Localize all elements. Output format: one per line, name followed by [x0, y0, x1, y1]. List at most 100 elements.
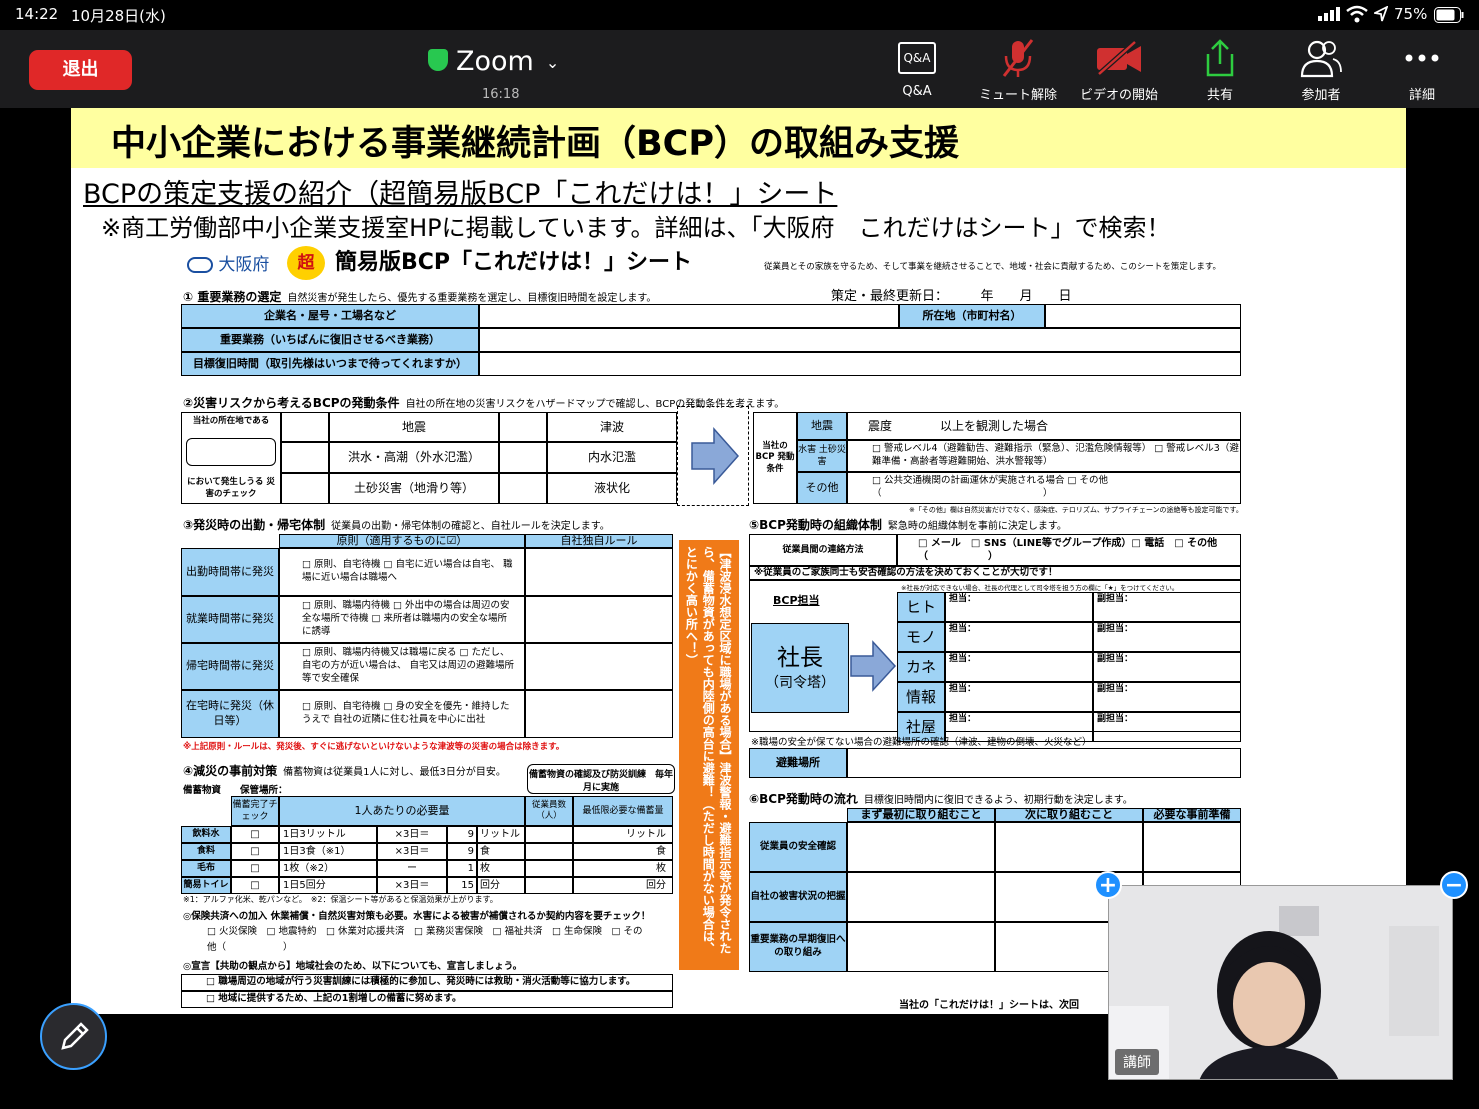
stock-checkbox[interactable]: □	[231, 877, 279, 894]
wifi-icon	[1346, 5, 1368, 27]
trigger-value-other: □ 公共交通機関の計画運休が実施される場合 □ その他（ ）	[847, 472, 1241, 504]
participants-button[interactable]: 参加者	[1271, 38, 1371, 103]
insurance-title: ◎保険共済への加入 休業補償・自然災害対策も必要。水害による被害が補償されるか契…	[183, 911, 651, 922]
unmute-button[interactable]: ミュート解除	[968, 38, 1068, 103]
declaration-item-2[interactable]: □ 地域に提供するため、上記の1割増しの備蓄に努めます。	[181, 991, 673, 1008]
leave-button[interactable]: 退出	[29, 50, 132, 90]
section-3-title: ③発災時の出勤・帰宅体制 従業員の出勤・帰宅体制の確認と、自社ルールを決定します。	[183, 518, 610, 532]
company-name-label: 企業名・屋号・工場名など	[181, 304, 479, 328]
slide-subtitle: BCPの策定支援の紹介（超簡易版BCP「これだけは！」シート	[83, 179, 838, 210]
important-work-label: 重要業務（いちばんに復旧させるべき業務）	[181, 328, 479, 352]
stock-amount: 1日5回分	[279, 877, 377, 894]
participant-name: 講師	[1115, 1049, 1159, 1075]
region-input[interactable]	[186, 438, 276, 467]
trigger-value-earthquake: 震度 以上を観測した場合	[847, 412, 1241, 440]
update-date: 策定・最終更新日： 年 月 日	[831, 289, 1072, 304]
more-icon	[1372, 38, 1472, 78]
participant-video[interactable]: 講師	[1108, 885, 1453, 1080]
s3-warning: ※上記原則・ルールは、発災後、すぐに逃げないといけないような津波等の災害の場合は…	[183, 742, 565, 752]
risk-inland-flood: 内水氾濫	[547, 442, 677, 473]
stock-checkbox[interactable]: □	[231, 826, 279, 843]
s3-rule-return[interactable]	[525, 643, 673, 690]
s4-col-count: 従業員数（人）	[525, 796, 573, 826]
region-check: 当社の所在地である において発生しうる 災害のチェック	[181, 412, 281, 504]
super-badge: 超	[287, 246, 325, 280]
share-button[interactable]: 共有	[1170, 38, 1270, 103]
more-button[interactable]: 詳細	[1372, 38, 1472, 103]
s3-rule-commute[interactable]	[525, 548, 673, 596]
tsunami-notice: 【津波浸水想定区域に職場がある場合】津波警報・避難指示等が発令されたら、備蓄物資…	[679, 540, 739, 970]
risk-tsunami: 津波	[547, 412, 677, 442]
add-button[interactable]: +	[1094, 871, 1122, 899]
trigger-value-flood: □ 警戒レベル4（避難勧告、避難指示（緊急）、氾濫危険情報等） □ 警戒レベル3…	[847, 440, 1241, 472]
location-field[interactable]	[1045, 304, 1241, 328]
risk-earthquake: 地震	[329, 412, 499, 442]
minimize-button[interactable]: −	[1440, 871, 1468, 899]
stock-multiplier: ー	[377, 860, 447, 877]
annotate-button[interactable]	[40, 1003, 107, 1070]
start-video-button[interactable]: ビデオの開始	[1069, 38, 1169, 103]
stock-checkbox[interactable]: □	[231, 860, 279, 877]
shield-icon	[428, 48, 448, 71]
drill-schedule: 備蓄物資の確認及び防災訓練 毎年 月に実施	[527, 764, 691, 794]
stock-multiplier: ×3日＝	[377, 877, 447, 894]
stock-item: 飲料水	[181, 826, 231, 843]
stock-item: 毛布	[181, 860, 231, 877]
stock-number: 9	[447, 843, 477, 860]
stock-checkbox[interactable]: □	[231, 843, 279, 860]
stock-multiplier: ×3日＝	[377, 826, 447, 843]
s3-row-return: 帰宅時間帯に発災	[181, 643, 279, 690]
trigger-key-other: その他	[797, 472, 847, 504]
insurance-items: □ 火災保険 □ 地震特約 □ 休業対応援共済 □ 業務災害保険 □ 福祉共済 …	[207, 926, 643, 953]
participants-icon	[1271, 38, 1371, 78]
s3-col-principle: 原則（適用するものに☑）	[279, 534, 525, 548]
stock-amount: 1日3リットル	[279, 826, 377, 843]
share-icon	[1170, 38, 1270, 78]
trigger-footnote: ※「その他」欄は自然災害だけでなく、感染症、テロリズム、サプライチェーンの途絶等…	[909, 506, 1243, 514]
s3-items-work: □ 原則、職場内待機 □ 外出中の場合は周辺の安全な場所で待機 □ 来所者は職場…	[279, 596, 525, 643]
stock-amount: 1日3食（※1）	[279, 843, 377, 860]
meeting-title[interactable]: Zoom ⌄	[428, 46, 559, 77]
trigger-arrow-box	[677, 406, 749, 506]
declaration-item-1[interactable]: □ 職場周辺の地域が行う災害訓練には積極的に参加し、発災時には救助・消火活動等に…	[181, 974, 673, 991]
s3-items-return: □ 原則、職場内待機又は職場に戻る □ ただし、自宅の方が近い場合は、 自宅又は…	[279, 643, 525, 690]
stock-min: 枚	[573, 860, 673, 877]
section-1-title: ① 重要業務の選定 自然災害が発生したら、優先する重要業務を選定し、目標復旧時間を…	[183, 290, 657, 304]
slide-title: 中小企業における事業継続計画（BCP）の取組み支援	[111, 124, 960, 164]
sheet-header: 簡易版BCP「これだけは！」シート	[335, 250, 693, 275]
stock-multiplier: ×3日＝	[377, 843, 447, 860]
stock-number: 1	[447, 860, 477, 877]
s3-row-home: 在宅時に発災（休日等）	[181, 690, 279, 738]
location-icon	[1372, 5, 1389, 26]
stock-location: 備蓄物資 保管場所：	[183, 785, 288, 796]
section-4-title: ④減災の事前対策 備蓄物資は従業員1人に対し、最低3日分が目安。	[183, 764, 506, 778]
trigger-label: 当社の BCP 発動条件	[753, 412, 797, 504]
qa-button[interactable]: Q&A Q&A	[867, 38, 967, 99]
stock-count-field[interactable]	[525, 843, 573, 860]
stock-count-field[interactable]	[525, 860, 573, 877]
s3-items-commute: □ 原則、自宅待機 □ 自宅に近い場合は自宅、 職場に近い場合は職場へ	[279, 548, 525, 596]
stock-count-field[interactable]	[525, 877, 573, 894]
sheet-purpose: 従業員とその家族を守るため、そして事業を継続させることで、地域・社会に貢献するた…	[764, 262, 1222, 272]
risk-landslide: 土砂災害（地滑り等）	[329, 473, 499, 504]
stock-number: 9	[447, 826, 477, 843]
s3-row-work: 就業時間帯に発災	[181, 596, 279, 643]
signal-icon	[1318, 7, 1340, 25]
chevron-down-icon: ⌄	[545, 53, 560, 72]
stock-unit: 枚	[477, 860, 525, 877]
mic-muted-icon	[968, 38, 1068, 78]
important-work-field[interactable]	[479, 328, 1241, 352]
battery-icon	[1434, 7, 1464, 27]
stock-min: リットル	[573, 826, 673, 843]
recovery-time-field[interactable]	[479, 352, 1241, 376]
stock-count-field[interactable]	[525, 826, 573, 843]
status-date: 10月28日(水)	[71, 7, 166, 25]
s4-footnote: ※1：アルファ化米、乾パンなど。 ※2：保温シート等があると保温効果が上がります…	[183, 895, 498, 904]
s3-rule-home[interactable]	[525, 690, 673, 738]
company-name-field[interactable]	[479, 304, 899, 328]
osaka-logo: 大阪府	[187, 250, 269, 275]
declaration-title: ◎宣言【共助の観点から】地域社会のため、以下についても、宣言しましょう。	[183, 961, 523, 972]
s3-rule-work[interactable]	[525, 596, 673, 643]
shared-screen: 中小企業における事業継続計画（BCP）の取組み支援 BCPの策定支援の紹介（超簡…	[71, 108, 1406, 1014]
s3-row-commute: 出勤時間帯に発災	[181, 548, 279, 596]
